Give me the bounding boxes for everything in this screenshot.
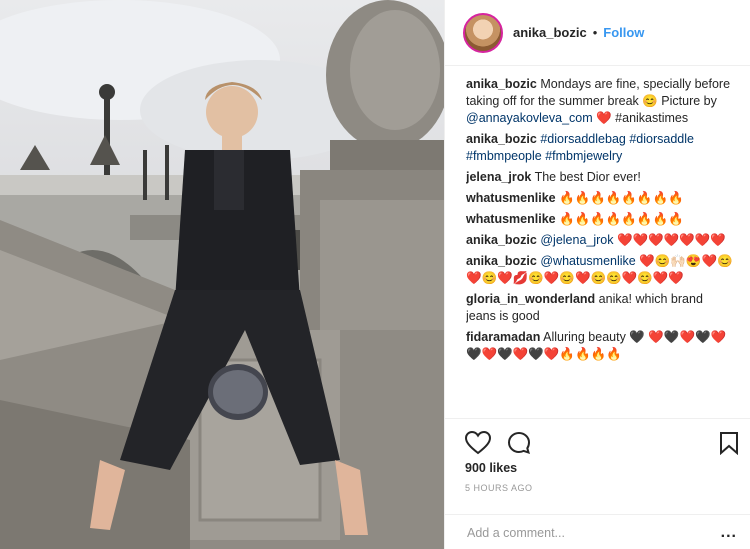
comment-username[interactable]: anika_bozic: [466, 77, 537, 91]
comment-text: 🔥🔥🔥🔥🔥🔥🔥🔥: [559, 191, 684, 205]
comment-input[interactable]: [467, 525, 721, 540]
post-actions: 900 likes 5 HOURS AGO ...: [445, 418, 750, 549]
comment-username[interactable]: anika_bozic: [466, 254, 537, 268]
comment-mention[interactable]: @annayakovleva_com: [466, 111, 593, 125]
comment-item: anika_bozic @whatusmenlike ❤️😊🙌🏻😍❤️😊❤️😊❤…: [466, 253, 734, 287]
heart-icon[interactable]: [465, 431, 491, 455]
comment-item: anika_bozic #diorsaddlebag #diorsaddle #…: [466, 131, 734, 165]
comment-mention[interactable]: @whatusmenlike: [540, 254, 635, 268]
post-header: anika_bozic • Follow: [445, 0, 750, 66]
comment-username[interactable]: gloria_in_wonderland: [466, 292, 595, 306]
comment-username[interactable]: fidaramadan: [466, 330, 540, 344]
comment-item: fidaramadan Alluring beauty 🖤 ❤️🖤❤️🖤❤️🖤❤…: [466, 329, 734, 363]
comment-text-tail: ❤️ #anikastimes: [592, 111, 689, 125]
comment-username[interactable]: anika_bozic: [466, 233, 537, 247]
photo-illustration: [0, 0, 444, 549]
follow-button[interactable]: Follow: [603, 25, 644, 40]
avatar[interactable]: [463, 12, 503, 53]
likes-count[interactable]: 900 likes: [445, 461, 750, 475]
post-photo[interactable]: [0, 0, 444, 549]
action-icons: [445, 419, 750, 457]
post-panel: anika_bozic • Follow anika_bozic Mondays…: [444, 0, 750, 549]
comment-item: anika_bozic @jelena_jrok ❤️❤️❤️❤️❤️❤️❤️: [466, 232, 734, 249]
bookmark-icon[interactable]: [719, 431, 739, 455]
more-options-button[interactable]: ...: [721, 524, 737, 542]
username-link[interactable]: anika_bozic: [513, 25, 587, 40]
comment-username[interactable]: anika_bozic: [466, 132, 537, 146]
comment-item: jelena_jrok The best Dior ever!: [466, 169, 734, 186]
comment-mention[interactable]: @jelena_jrok: [540, 233, 613, 247]
comment-text: The best Dior ever!: [534, 170, 641, 184]
comments-list[interactable]: anika_bozic Mondays are fine, specially …: [466, 76, 734, 413]
post-timestamp: 5 HOURS AGO: [465, 483, 533, 493]
add-comment-bar: ...: [445, 514, 750, 549]
comment-item: whatusmenlike 🔥🔥🔥🔥🔥🔥🔥🔥: [466, 211, 734, 228]
comment-username[interactable]: whatusmenlike: [466, 212, 556, 226]
comment-username[interactable]: jelena_jrok: [466, 170, 531, 184]
separator-dot: •: [592, 25, 598, 40]
comment-item: anika_bozic Mondays are fine, specially …: [466, 76, 734, 127]
comment-icon[interactable]: [507, 431, 531, 455]
comment-text-tail: ❤️❤️❤️❤️❤️❤️❤️: [613, 233, 726, 247]
comment-item: whatusmenlike 🔥🔥🔥🔥🔥🔥🔥🔥: [466, 190, 734, 207]
comment-username[interactable]: whatusmenlike: [466, 191, 556, 205]
comment-text: 🔥🔥🔥🔥🔥🔥🔥🔥: [559, 212, 684, 226]
comment-item: gloria_in_wonderland anika! which brand …: [466, 291, 734, 325]
